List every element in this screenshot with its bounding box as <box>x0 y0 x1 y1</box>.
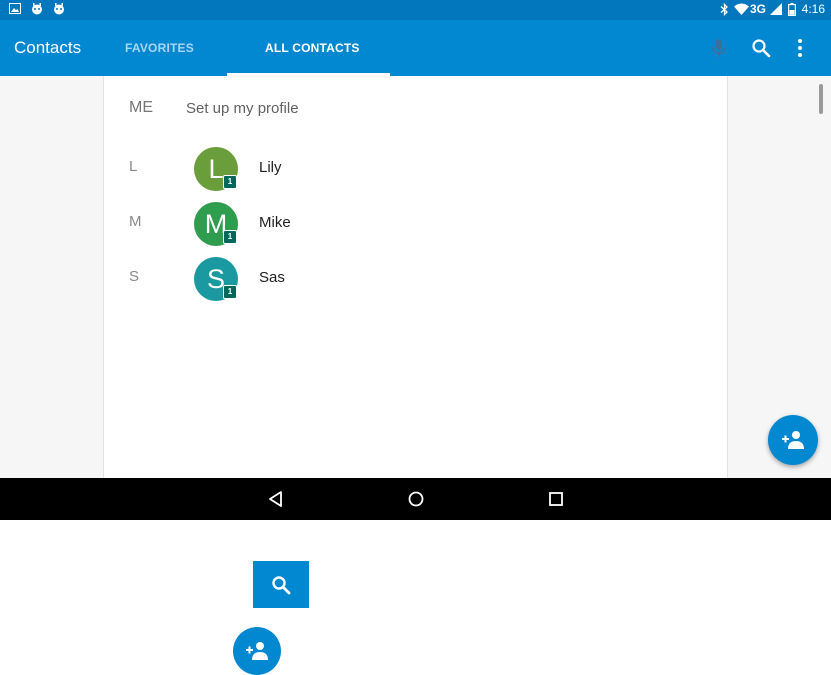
contact-name: Lily <box>259 159 282 176</box>
app-title: Contacts <box>14 38 82 57</box>
microphone-icon[interactable] <box>707 36 731 60</box>
tab-all-contacts[interactable]: ALL CONTACTS <box>265 41 360 55</box>
section-letter: L <box>129 158 138 175</box>
home-icon[interactable] <box>406 489 426 509</box>
status-bar: 3G 4:16 <box>0 0 831 20</box>
contact-name: Sas <box>259 269 285 286</box>
back-icon[interactable] <box>266 489 286 509</box>
set-up-profile-link[interactable]: Set up my profile <box>186 100 299 117</box>
me-label: ME <box>129 99 153 116</box>
search-icon <box>272 576 291 595</box>
account-badge: 1 <box>223 175 237 189</box>
bluetooth-icon <box>720 3 728 16</box>
contact-row-lily[interactable]: L L 1 Lily <box>104 141 727 196</box>
navigation-bar <box>0 478 831 520</box>
search-button-large[interactable] <box>253 561 309 608</box>
account-badge: 1 <box>223 285 237 299</box>
device-screen: 3G 4:16 Contacts FAVORITES ALL CONTACTS … <box>0 0 831 520</box>
contact-row-sas[interactable]: S S 1 Sas <box>104 251 727 306</box>
scrollbar[interactable] <box>819 84 823 114</box>
status-time: 4:16 <box>801 2 825 16</box>
account-badge: 1 <box>223 230 237 244</box>
app-toolbar: Contacts FAVORITES ALL CONTACTS <box>0 20 831 76</box>
battery-icon <box>788 3 796 16</box>
section-letter: S <box>129 268 140 285</box>
add-contact-button[interactable] <box>768 415 818 465</box>
image-notification-icon <box>9 3 21 14</box>
tab-favorites[interactable]: FAVORITES <box>125 41 194 55</box>
signal-icon <box>770 3 782 15</box>
add-contact-button-large[interactable] <box>233 627 281 675</box>
android-notification-icon-2 <box>54 3 64 15</box>
network-type: 3G <box>749 2 766 16</box>
contact-name: Mike <box>259 214 291 231</box>
add-contact-icon <box>782 431 804 449</box>
wifi-icon <box>734 3 749 15</box>
overflow-menu-icon[interactable] <box>788 36 812 60</box>
recents-icon[interactable] <box>546 489 566 509</box>
android-notification-icon <box>32 3 42 15</box>
contacts-list: ME Set up my profile L L 1 Lily M M 1 Mi… <box>103 76 728 478</box>
section-letter: M <box>129 213 142 230</box>
contact-row-mike[interactable]: M M 1 Mike <box>104 196 727 251</box>
search-icon[interactable] <box>749 36 773 60</box>
add-contact-icon <box>246 642 268 660</box>
